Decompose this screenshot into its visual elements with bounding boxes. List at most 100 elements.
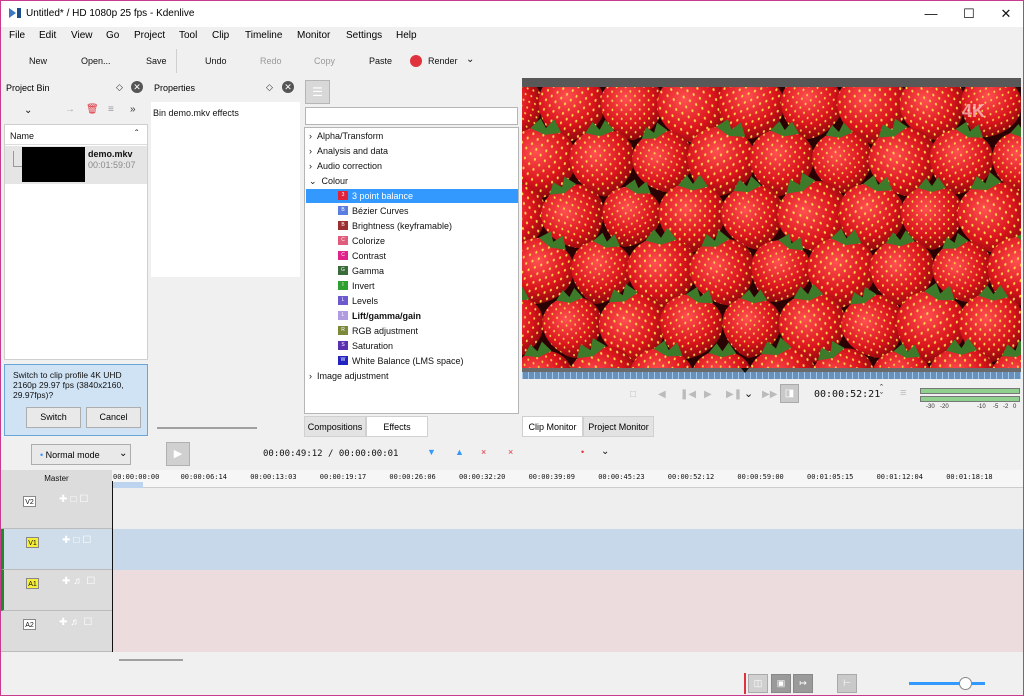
zoom-fit-icon[interactable]: ⊢ <box>837 674 857 693</box>
ruler-time-label: 00:00:39:09 <box>528 473 575 481</box>
master-track-label[interactable]: Master <box>1 470 112 488</box>
undo-button[interactable]: Undo <box>205 56 227 66</box>
track-v1[interactable]: V1 ✚□☐ <box>1 529 1023 570</box>
category-analysis-and-data[interactable]: › Analysis and data <box>309 146 388 156</box>
menu-file[interactable]: File <box>9 30 25 41</box>
delete-clip-icon[interactable]: 🗑 <box>86 104 99 115</box>
render-dropdown-chevron-icon[interactable]: ⌄ <box>466 54 474 65</box>
timecode-spinner-icon[interactable]: ˆˇ <box>880 384 883 401</box>
overwrite-icon[interactable]: ▲ <box>455 447 464 457</box>
zoom-monitor-icon[interactable]: ◨ <box>780 384 799 403</box>
bin-arrow-icon[interactable]: → <box>65 104 75 115</box>
remove-space-icon[interactable]: × <box>481 447 486 457</box>
maximize-icon[interactable]: ☐ <box>952 4 986 24</box>
timeline-ruler[interactable]: Master 00:00:00:00 00:00:06:14 00:00:13:03… <box>1 470 1023 488</box>
timeline-hscrollbar[interactable] <box>119 659 183 661</box>
menu-help[interactable]: Help <box>396 30 417 41</box>
insert-icon[interactable]: ▼ <box>427 447 436 457</box>
list-view-icon[interactable]: ≡ <box>108 104 114 115</box>
menu-view[interactable]: View <box>71 30 93 41</box>
forward-icon[interactable]: ▶▶ <box>762 389 777 400</box>
save-timeline-icon[interactable]: ▣ <box>771 674 791 693</box>
monitor-menu-icon[interactable]: ≡ <box>900 387 906 399</box>
close-dock-icon[interactable]: ✕ <box>131 81 143 93</box>
timeline-play-icon[interactable]: ▶ <box>166 442 190 466</box>
delete-icon[interactable]: × <box>508 447 513 457</box>
track-controls-icon[interactable]: ✚♬☐ <box>62 576 98 587</box>
track-header: A1 ✚♬☐ <box>1 570 112 611</box>
record-marker-icon[interactable]: • <box>581 447 584 457</box>
timeline-menu-chevron-icon[interactable]: ⌄ <box>601 446 609 457</box>
expand-toolbar-icon[interactable]: » <box>130 104 136 115</box>
track-a1[interactable]: A1 ✚♬☐ <box>1 570 1023 611</box>
paste-button[interactable]: Paste <box>369 56 392 66</box>
open-button[interactable]: Open... <box>81 56 111 66</box>
render-button[interactable]: Render <box>428 56 458 66</box>
clip-list-item[interactable]: demo.mkv 00:01:59:07 <box>5 146 147 184</box>
category-alpha-transform[interactable]: › Alpha/Transform <box>309 131 383 141</box>
tab-project-monitor[interactable]: Project Monitor <box>583 416 654 437</box>
minimize-icon[interactable]: — <box>914 4 948 24</box>
menu-timeline[interactable]: Timeline <box>245 30 282 41</box>
track-v2[interactable]: V2 ✚□☐ <box>1 488 1023 529</box>
copy-button[interactable]: Copy <box>314 56 335 66</box>
track-name[interactable]: V1 <box>26 537 39 548</box>
track-name[interactable]: A1 <box>26 578 39 589</box>
close-window-icon[interactable]: ✕ <box>989 4 1023 24</box>
track-controls-icon[interactable]: ✚□☐ <box>62 535 94 546</box>
menu-settings[interactable]: Settings <box>346 30 382 41</box>
close-dock-icon[interactable]: ✕ <box>282 81 294 93</box>
timeline-position[interactable]: 00:00:49:12 / 00:00:00:01 <box>263 449 398 459</box>
play-icon[interactable]: ▶ <box>704 389 712 400</box>
category-image-adjustment[interactable]: › Image adjustment <box>309 371 389 381</box>
zoom-slider-track[interactable] <box>909 682 985 685</box>
zoom-slider-handle[interactable] <box>959 677 973 690</box>
step-back-icon[interactable]: ❚◀ <box>680 389 696 400</box>
bin-toolbar: ⌄ → 🗑 ≡ » <box>3 100 149 122</box>
save-button[interactable]: Save <box>146 56 167 66</box>
menu-tool[interactable]: Tool <box>179 30 197 41</box>
properties-scrollbar[interactable] <box>157 427 257 429</box>
category-colour[interactable]: ⌄ Colour <box>309 176 348 187</box>
track-name[interactable]: V2 <box>23 496 36 507</box>
fullscreen-icon[interactable]: □ <box>630 389 636 400</box>
rewind-icon[interactable]: ◀ <box>658 389 666 400</box>
redo-button[interactable]: Redo <box>260 56 282 66</box>
effect-color-swatch-icon: W <box>338 356 348 365</box>
snap-icon[interactable]: ↦ <box>793 674 813 693</box>
tab-compositions[interactable]: Compositions <box>304 416 366 437</box>
tab-clip-monitor[interactable]: Clip Monitor <box>522 416 583 437</box>
edit-mode-select[interactable]: • Normal mode ⌄ <box>31 444 131 465</box>
tab-effects[interactable]: Effects <box>366 416 428 437</box>
track-name[interactable]: A2 <box>23 619 36 630</box>
render-icon[interactable] <box>410 55 422 67</box>
track-controls-icon[interactable]: ✚♬☐ <box>59 617 95 628</box>
split-view-icon[interactable]: ◫ <box>748 674 768 693</box>
bin-column-header[interactable]: Name ˆ <box>5 125 147 145</box>
float-dock-icon[interactable]: ◇ <box>266 82 273 93</box>
menu-go[interactable]: Go <box>106 30 119 41</box>
monitor-ruler[interactable] <box>522 368 1021 379</box>
timeline-cursor[interactable] <box>112 481 113 652</box>
menu-monitor[interactable]: Monitor <box>297 30 330 41</box>
track-controls-icon[interactable]: ✚□☐ <box>59 494 91 505</box>
step-forward-icon[interactable]: ▶❚ <box>726 389 742 400</box>
track-a2[interactable]: A2 ✚♬☐ <box>1 611 1023 652</box>
category-audio-correction[interactable]: › Audio correction <box>309 161 382 171</box>
playhead-marker-icon[interactable] <box>741 368 749 373</box>
effect-list-menu-icon[interactable]: ☰ <box>305 80 330 104</box>
bin-dropdown-chevron-icon[interactable]: ⌄ <box>24 105 32 116</box>
effects-search-input[interactable] <box>305 107 518 125</box>
sort-chevron-up-icon[interactable]: ˆ <box>135 129 138 140</box>
cancel-button[interactable]: Cancel <box>86 407 141 428</box>
more-controls-chevron-icon[interactable]: ⌄ <box>744 387 753 400</box>
video-frame-strawberries[interactable]: 4K <box>522 87 1021 368</box>
menu-project[interactable]: Project <box>134 30 165 41</box>
menu-clip[interactable]: Clip <box>212 30 229 41</box>
new-button[interactable]: New <box>29 56 47 66</box>
db-label: 0 <box>1013 404 1017 410</box>
float-dock-icon[interactable]: ◇ <box>116 82 123 93</box>
monitor-timecode[interactable]: 00:00:52:21 <box>814 389 880 400</box>
menu-edit[interactable]: Edit <box>39 30 56 41</box>
switch-button[interactable]: Switch <box>26 407 81 428</box>
